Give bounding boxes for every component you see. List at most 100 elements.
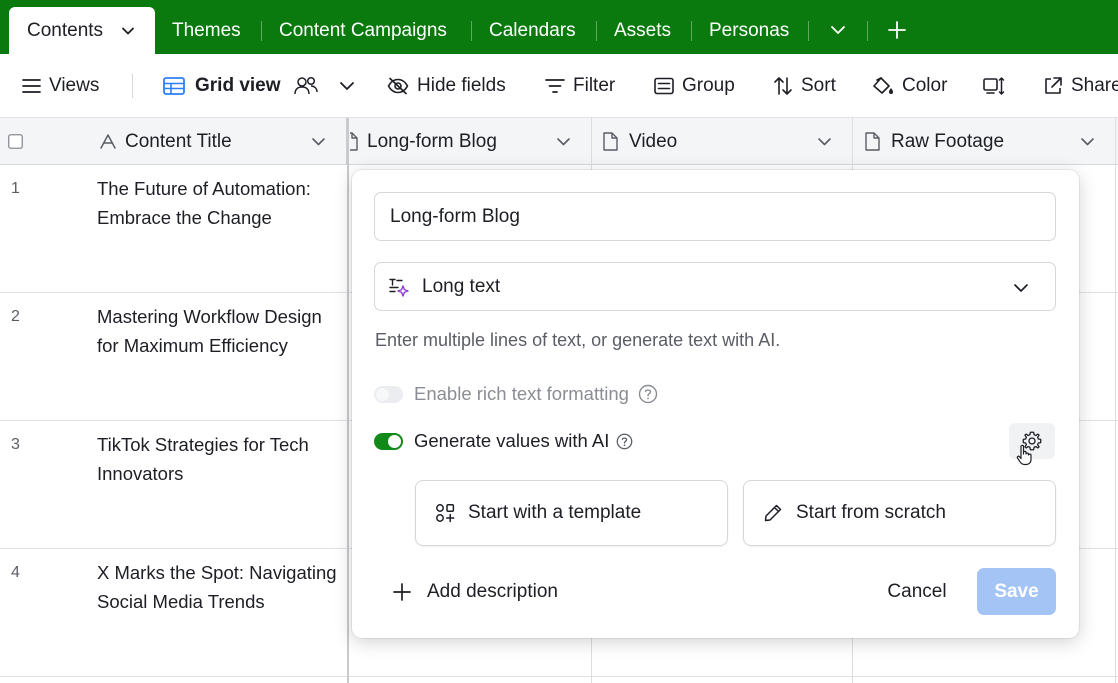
chevron-down-icon[interactable]: [556, 134, 571, 149]
document-icon: [350, 132, 358, 151]
hamburger-menu-icon: [22, 78, 41, 94]
tab-assets[interactable]: Assets: [614, 0, 671, 54]
eye-slash-icon: [387, 77, 409, 95]
pencil-icon: [763, 503, 783, 523]
tab-divider: [867, 21, 868, 41]
group-icon: [654, 77, 674, 95]
tab-divider: [691, 21, 692, 41]
text-field-icon: [99, 133, 117, 150]
field-type-select[interactable]: Long text: [374, 262, 1056, 311]
chevron-down-icon[interactable]: [817, 134, 832, 149]
chevron-down-icon: [1013, 280, 1029, 296]
sort-label: Sort: [801, 75, 836, 96]
tab-divider: [808, 21, 809, 41]
tab-contents[interactable]: Contents: [9, 7, 155, 54]
content-title-cell[interactable]: The Future of Automation: Embrace the Ch…: [97, 175, 345, 232]
sort-button[interactable]: Sort: [773, 72, 836, 100]
grid-view-icon: [163, 77, 185, 95]
content-title-cell[interactable]: X Marks the Spot: Navigating Social Medi…: [97, 559, 345, 616]
chevron-down-icon[interactable]: [121, 24, 135, 38]
tab-calendars[interactable]: Calendars: [489, 0, 576, 54]
column-header-raw-footage[interactable]: Raw Footage: [853, 118, 1116, 165]
tab-personas[interactable]: Personas: [709, 0, 789, 54]
row-height-icon: [983, 76, 1005, 96]
tab-contents-label: Contents: [27, 20, 104, 41]
paint-bucket-icon: [872, 76, 894, 96]
add-description-label: Add description: [427, 581, 558, 602]
field-type-label: Long text: [422, 275, 501, 297]
column-title: Content Title: [125, 130, 232, 152]
document-icon: [864, 132, 880, 151]
grid-header: Content Title Long-form Blog Video Raw F…: [0, 118, 1118, 165]
generate-ai-label: Generate values with AI: [414, 430, 610, 451]
content-title-cell[interactable]: TikTok Strategies for Tech Innovators: [97, 431, 345, 488]
column-divider: [1115, 118, 1116, 683]
rich-text-toggle-row: Enable rich text formatting: [374, 381, 658, 407]
more-tables-chevron-icon[interactable]: [830, 22, 846, 38]
select-all-checkbox[interactable]: [8, 134, 23, 149]
view-toolbar: Views Grid view Hide fields Filter Group: [0, 54, 1118, 118]
column-header-long-form-blog[interactable]: Long-form Blog: [350, 118, 592, 165]
long-text-ai-icon: [388, 277, 410, 297]
row-number: 2: [11, 308, 20, 325]
group-button[interactable]: Group: [654, 72, 735, 100]
views-label: Views: [49, 75, 100, 96]
chevron-down-icon[interactable]: [339, 78, 355, 94]
plus-icon: [392, 582, 412, 602]
hide-fields-label: Hide fields: [417, 75, 506, 96]
start-with-template-button[interactable]: Start with a template: [415, 480, 728, 546]
tab-divider: [471, 21, 472, 41]
row-height-button[interactable]: [983, 72, 1013, 100]
column-title: Raw Footage: [891, 130, 1005, 152]
column-divider: [347, 118, 349, 683]
document-icon: [602, 132, 618, 151]
help-circle-icon[interactable]: [638, 384, 658, 404]
tab-content-campaigns[interactable]: Content Campaigns: [279, 0, 447, 54]
column-header-content-title[interactable]: Content Title: [0, 118, 348, 165]
filter-label: Filter: [573, 75, 616, 96]
generate-ai-toggle[interactable]: [374, 432, 403, 450]
chevron-down-icon[interactable]: [311, 134, 326, 149]
table-tab-bar: Contents Themes Content Campaigns Calend…: [0, 0, 1118, 54]
tab-themes[interactable]: Themes: [172, 0, 241, 54]
column-title: Long-form Blog: [367, 130, 497, 152]
share-button[interactable]: Share: [1043, 72, 1118, 100]
views-button[interactable]: Views: [22, 72, 99, 100]
column-title: Video: [629, 130, 678, 152]
template-shapes-icon: [435, 503, 455, 523]
group-label: Group: [682, 75, 735, 96]
share-external-icon: [1043, 76, 1063, 96]
grid-view-button[interactable]: Grid view: [163, 72, 363, 100]
scratch-option-label: Start from scratch: [796, 502, 946, 523]
filter-button[interactable]: Filter: [545, 72, 615, 100]
sort-arrows-icon: [773, 76, 793, 96]
field-name-input[interactable]: [374, 192, 1056, 241]
color-label: Color: [902, 75, 948, 96]
ai-toggle-row: Generate values with AI: [374, 428, 633, 454]
add-table-plus-icon[interactable]: [888, 21, 906, 39]
help-circle-icon[interactable]: [616, 433, 633, 450]
content-title-cell[interactable]: Mastering Workflow Design for Maximum Ef…: [97, 303, 345, 360]
start-from-scratch-button[interactable]: Start from scratch: [743, 480, 1056, 546]
field-config-popup: Long text Enter multiple lines of text, …: [352, 170, 1079, 638]
template-option-label: Start with a template: [468, 502, 642, 523]
chevron-down-icon[interactable]: [1080, 134, 1095, 149]
column-header-video[interactable]: Video: [592, 118, 853, 165]
tab-divider: [596, 21, 597, 41]
hand-pointer-cursor-icon: [1016, 444, 1034, 471]
tab-divider: [261, 21, 262, 41]
collaborators-icon: [293, 76, 319, 96]
share-label: Share: [1071, 75, 1118, 96]
grid-view-label: Grid view: [195, 75, 281, 96]
toolbar-divider: [132, 74, 133, 98]
field-type-description: Enter multiple lines of text, or generat…: [375, 330, 781, 350]
save-button[interactable]: Save: [977, 568, 1056, 615]
cancel-button[interactable]: Cancel: [872, 568, 962, 615]
add-description-button[interactable]: Add description: [392, 579, 558, 605]
rich-text-toggle[interactable]: [374, 385, 403, 403]
color-button[interactable]: Color: [872, 72, 947, 100]
hide-fields-button[interactable]: Hide fields: [387, 72, 506, 100]
row-number: 4: [11, 564, 20, 581]
row-number: 3: [11, 436, 20, 453]
filter-icon: [545, 78, 565, 94]
